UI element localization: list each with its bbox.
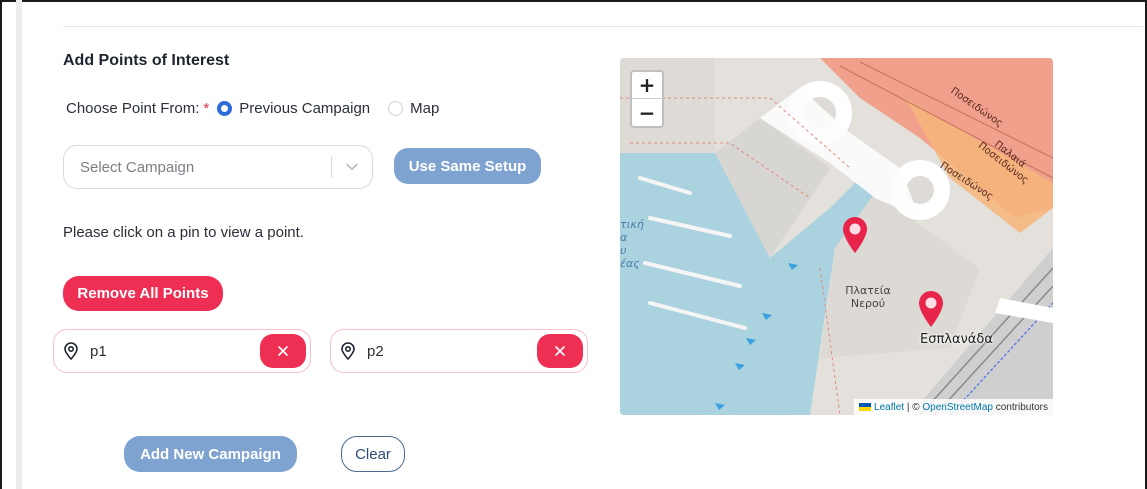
remove-all-points-button[interactable]: Remove All Points xyxy=(63,276,223,311)
map-marker-p1[interactable] xyxy=(840,216,870,254)
point-label: p2 xyxy=(367,342,384,360)
map-esplanade-label: Εσπλανάδα xyxy=(920,332,993,347)
radio-previous-campaign[interactable] xyxy=(217,100,233,116)
map-attribution: Leaflet | © OpenStreetMap contributors xyxy=(854,399,1053,415)
choose-point-label: Choose Point From: xyxy=(66,99,200,117)
leaflet-link[interactable]: Leaflet xyxy=(874,402,904,413)
close-icon xyxy=(555,346,565,356)
use-same-setup-button[interactable]: Use Same Setup xyxy=(394,148,541,184)
radio-map[interactable] xyxy=(388,100,404,116)
point-label: p1 xyxy=(90,342,107,360)
map-pin-icon xyxy=(62,342,80,360)
map-zoom-control: + − xyxy=(630,70,664,128)
required-mark: * xyxy=(203,99,210,117)
radio-map-label[interactable]: Map xyxy=(410,100,439,117)
attribution-separator: | © xyxy=(904,401,923,413)
map-view[interactable]: Ποσειδώνος Ποσειδώνος Παλαιά Ποσειδώνος … xyxy=(620,58,1053,415)
clear-button[interactable]: Clear xyxy=(341,436,405,472)
top-divider xyxy=(63,26,1143,27)
map-marker-p2[interactable] xyxy=(916,290,946,328)
close-icon xyxy=(278,346,288,356)
add-new-campaign-button[interactable]: Add New Campaign xyxy=(124,436,297,472)
openstreetmap-link[interactable]: OpenStreetMap xyxy=(922,402,993,413)
map-sea-label: τική α υ έας xyxy=(620,218,644,270)
remove-point-p2-button[interactable] xyxy=(537,334,583,368)
zoom-out-button[interactable]: − xyxy=(632,99,662,126)
point-chip-p1[interactable]: p1 xyxy=(53,329,311,373)
map-square-label: Πλατεία Νερού xyxy=(845,284,891,310)
chevron-down-icon[interactable] xyxy=(332,146,372,188)
select-campaign-placeholder: Select Campaign xyxy=(80,158,195,176)
left-rail xyxy=(16,0,22,489)
remove-point-p1-button[interactable] xyxy=(260,334,306,368)
zoom-in-button[interactable]: + xyxy=(632,72,662,99)
radio-previous-campaign-label[interactable]: Previous Campaign xyxy=(239,100,370,117)
attribution-suffix: contributors xyxy=(992,401,1048,413)
section-title: Add Points of Interest xyxy=(63,52,230,69)
help-text: Please click on a pin to view a point. xyxy=(63,224,304,241)
point-chip-p2[interactable]: p2 xyxy=(330,329,588,373)
select-campaign-dropdown[interactable]: Select Campaign xyxy=(63,145,373,189)
choose-point-row: Choose Point From: * Previous Campaign M… xyxy=(66,98,439,118)
ukraine-flag-icon xyxy=(859,403,872,411)
map-pin-icon xyxy=(339,342,357,360)
